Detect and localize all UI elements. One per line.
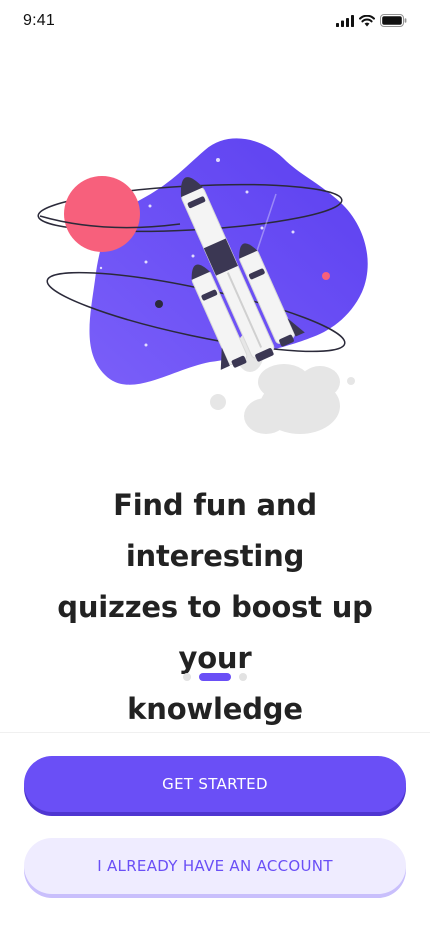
hero-illustration	[0, 120, 430, 450]
headline-line-1: Find fun and interesting	[113, 488, 317, 573]
headline-line-3: knowledge	[127, 692, 303, 726]
pager-dot-3[interactable]	[239, 673, 247, 681]
status-time: 9:41	[23, 12, 55, 29]
wifi-icon	[359, 14, 375, 32]
headline: Find fun and interesting quizzes to boos…	[20, 480, 410, 735]
onboarding-pager	[0, 673, 430, 681]
signal-icon	[336, 14, 354, 32]
pager-dot-1[interactable]	[183, 673, 191, 681]
status-bar: 9:41	[0, 0, 430, 44]
have-account-button[interactable]: I ALREADY HAVE AN ACCOUNT	[24, 838, 406, 894]
status-icons	[336, 14, 407, 32]
planet	[64, 176, 140, 252]
battery-icon	[380, 14, 407, 32]
headline-line-2: quizzes to boost up your	[57, 590, 373, 675]
divider	[0, 732, 430, 733]
get-started-button[interactable]: GET STARTED	[24, 756, 406, 812]
pager-dot-2-active[interactable]	[199, 673, 231, 681]
